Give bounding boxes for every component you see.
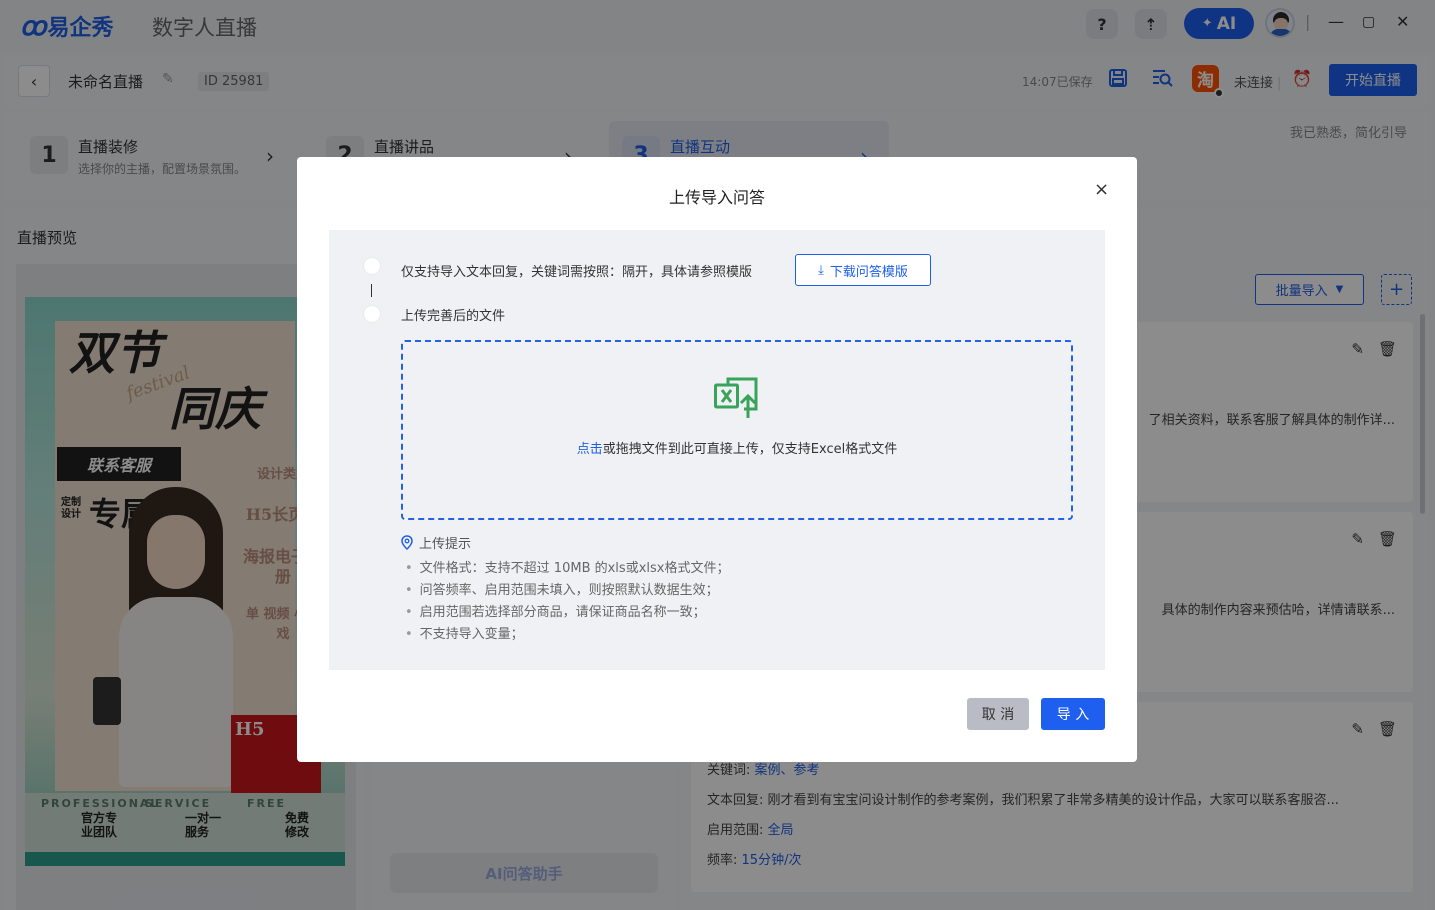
tip-item: 问答频率、启用范围未填入，则按照默认数据生效； bbox=[405, 580, 729, 602]
click-upload-link[interactable]: 点击 bbox=[577, 442, 603, 457]
upload-tips-heading: 上传提示 bbox=[401, 533, 471, 552]
drop-text: 或拖拽文件到此可直接上传，仅支持Excel格式文件 bbox=[602, 442, 898, 457]
dialog-title: 上传导入问答 bbox=[668, 188, 765, 207]
excel-upload-icon bbox=[714, 377, 758, 418]
step-1-number: 1 bbox=[368, 259, 376, 273]
upload-tips-list: 文件格式：支持不超过 10MB 的xls或xlsx格式文件； 问答频率、启用范围… bbox=[405, 558, 730, 646]
tip-item: 启用范围若选择部分商品，请保证商品名称一致； bbox=[405, 602, 729, 624]
download-icon: ⤓ bbox=[818, 262, 824, 278]
drop-instructions: 点击或拖拽文件到此可直接上传，仅支持Excel格式文件 bbox=[403, 438, 1071, 457]
download-template-label: 下载问答模版 bbox=[829, 264, 908, 280]
step-1-text: 仅支持导入文本回复，关键词需按照：隔开，具体请参照模版 bbox=[401, 265, 753, 280]
close-icon[interactable]: × bbox=[1094, 179, 1109, 200]
step-2-text: 上传完善后的文件 bbox=[401, 309, 506, 324]
import-button[interactable]: 导 入 bbox=[1041, 698, 1105, 730]
upload-qa-dialog: 上传导入问答 × 1 2 仅支持导入文本回复，关键词需按照：隔开，具体请参照模版… bbox=[297, 157, 1137, 762]
tip-item: 不支持导入变量； bbox=[405, 624, 729, 646]
step-2-indicator: 2 bbox=[363, 305, 381, 323]
step-connector bbox=[371, 284, 372, 297]
dialog-body: 1 2 仅支持导入文本回复，关键词需按照：隔开，具体请参照模版 ⤓ 下载问答模版… bbox=[329, 230, 1105, 670]
step-1-indicator: 1 bbox=[363, 257, 381, 275]
tips-title: 上传提示 bbox=[419, 537, 472, 552]
cancel-button[interactable]: 取 消 bbox=[967, 698, 1029, 730]
download-template-button[interactable]: ⤓ 下载问答模版 bbox=[795, 254, 931, 286]
location-pin-icon bbox=[401, 535, 413, 550]
tip-item: 文件格式：支持不超过 10MB 的xls或xlsx格式文件； bbox=[405, 558, 730, 580]
file-drop-zone[interactable]: 点击或拖拽文件到此可直接上传，仅支持Excel格式文件 bbox=[401, 340, 1073, 520]
step-2-number: 2 bbox=[368, 307, 376, 321]
